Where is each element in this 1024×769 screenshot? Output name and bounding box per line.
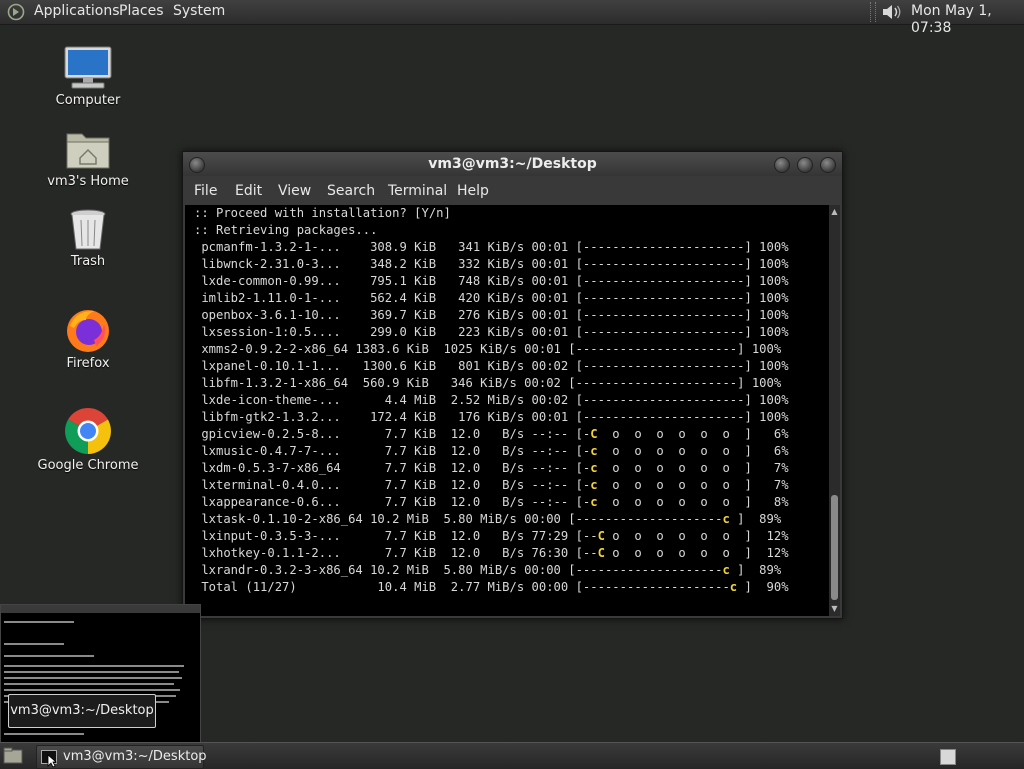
terminal-line: xmms2-0.9.2-2-x86_64 1383.6 KiB 1025 KiB… (194, 342, 782, 356)
firefox-icon (67, 310, 109, 352)
terminal-line: libfm-gtk2-1.3.2... 172.4 KiB 176 KiB/s … (194, 410, 789, 424)
volume-icon[interactable] (880, 2, 904, 22)
chrome-icon (65, 408, 111, 454)
terminal-line: lxde-icon-theme-... 4.4 MiB 2.52 MiB/s 0… (194, 393, 789, 407)
terminal-output[interactable]: :: Proceed with installation? [Y/n]:: Re… (185, 205, 829, 616)
minimize-button[interactable] (774, 157, 790, 173)
desktop-icon-label: Firefox (66, 356, 110, 371)
clock[interactable]: Mon May 1, 07:38 (911, 3, 1024, 37)
terminal-line: :: Retrieving packages... (194, 223, 378, 237)
menu-places[interactable]: Places (119, 3, 164, 20)
desktop-icon-label: Computer (55, 93, 121, 108)
desktop-icon-trash[interactable]: Trash (28, 208, 148, 269)
distro-logo-icon[interactable] (7, 3, 25, 21)
terminal-line: pcmanfm-1.3.2-1-... 308.9 KiB 341 KiB/s … (194, 240, 789, 254)
panel-separator (870, 2, 876, 22)
desktop-icon-computer[interactable]: Computer (28, 45, 148, 108)
computer-icon (64, 46, 112, 89)
scroll-down-arrow-icon[interactable]: ▼ (829, 604, 840, 614)
terminal-line: lxrandr-0.3.2-3-x86_64 10.2 MiB 5.80 MiB… (194, 563, 782, 577)
terminal-line: lxterminal-0.4.0... 7.7 KiB 12.0 B/s --:… (194, 478, 789, 492)
terminal-line: Total (11/27) 10.4 MiB 2.77 MiB/s 00:00 … (194, 580, 789, 594)
desktop-icon-label: vm3's Home (47, 174, 129, 189)
trash-icon (70, 209, 106, 250)
close-button[interactable] (820, 157, 836, 173)
terminal-line: lxappearance-0.6... 7.7 KiB 12.0 B/s --:… (194, 495, 789, 509)
terminal-line: lxmusic-0.4.7-7-... 7.7 KiB 12.0 B/s --:… (194, 444, 789, 458)
menu-view[interactable]: View (278, 183, 311, 199)
menu-edit[interactable]: Edit (235, 183, 262, 199)
desktop-icon-chrome[interactable]: Google Chrome (28, 406, 148, 473)
terminal-text: :: Proceed with installation? [Y/n]:: Re… (185, 205, 829, 596)
terminal-line: libfm-1.3.2-1-x86_64 560.9 KiB 346 KiB/s… (194, 376, 782, 390)
desktop-icon-label: Trash (70, 254, 106, 269)
scroll-up-arrow-icon[interactable]: ▲ (829, 207, 840, 217)
show-desktop-icon[interactable] (3, 747, 23, 765)
terminal-line: lxtask-0.1.10-2-x86_64 10.2 MiB 5.80 MiB… (194, 512, 782, 526)
taskbar-window-button[interactable]: vm3@vm3:~/Desktop (36, 745, 207, 769)
taskbar-window-label: vm3@vm3:~/Desktop (63, 749, 207, 764)
menu-terminal[interactable]: Terminal (388, 183, 447, 199)
terminal-line: gpicview-0.2.5-8... 7.7 KiB 12.0 B/s --:… (194, 427, 789, 441)
terminal-line: :: Proceed with installation? [Y/n] (194, 206, 451, 220)
desktop-icon-firefox[interactable]: Firefox (28, 306, 148, 371)
preview-menubar (1, 605, 200, 613)
menu-help[interactable]: Help (457, 183, 489, 199)
window-titlebar[interactable]: vm3@vm3:~/Desktop (183, 152, 842, 176)
terminal-line: lxdm-0.5.3-7-x86_64 7.7 KiB 12.0 B/s --:… (194, 461, 789, 475)
menu-applications[interactable]: Applications (34, 3, 120, 20)
home-folder-icon (66, 133, 110, 169)
scrollbar-thumb[interactable] (831, 495, 838, 600)
terminal-line: lxde-common-0.99... 795.1 KiB 748 KiB/s … (194, 274, 789, 288)
terminal-line: openbox-3.6.1-10... 369.7 KiB 276 KiB/s … (194, 308, 789, 322)
terminal-line: imlib2-1.11.0-1-... 562.4 KiB 420 KiB/s … (194, 291, 789, 305)
terminal-line: lxsession-1:0.5.... 299.0 KiB 223 KiB/s … (194, 325, 789, 339)
mouse-cursor-icon (47, 754, 57, 768)
top-panel: Applications Places System Mon May 1, 07… (0, 0, 1024, 36)
maximize-button[interactable] (797, 157, 813, 173)
desktop-icon-label: Google Chrome (37, 458, 139, 473)
terminal-window[interactable]: vm3@vm3:~/Desktop File Edit View Search … (182, 151, 843, 619)
desktop-icon-home[interactable]: vm3's Home (28, 128, 148, 189)
menu-search[interactable]: Search (327, 183, 375, 199)
terminal-line: lxhotkey-0.1.1-2... 7.7 KiB 12.0 B/s 76:… (194, 546, 789, 560)
preview-tooltip: vm3@vm3:~/Desktop (8, 694, 156, 728)
terminal-scrollbar[interactable]: ▲ ▼ (829, 205, 840, 616)
terminal-menubar: File Edit View Search Terminal Help (183, 176, 842, 205)
terminal-line: lxpanel-0.10.1-1... 1300.6 KiB 801 KiB/s… (194, 359, 789, 373)
terminal-line: libwnck-2.31.0-3... 348.2 KiB 332 KiB/s … (194, 257, 789, 271)
window-title: vm3@vm3:~/Desktop (428, 156, 597, 172)
menu-file[interactable]: File (194, 183, 217, 199)
terminal-line: lxinput-0.3.5-3-... 7.7 KiB 12.0 B/s 77:… (194, 529, 789, 543)
menu-system[interactable]: System (173, 3, 225, 20)
workspace-switcher[interactable] (940, 749, 956, 765)
bottom-panel: vm3@vm3:~/Desktop (0, 742, 1024, 769)
